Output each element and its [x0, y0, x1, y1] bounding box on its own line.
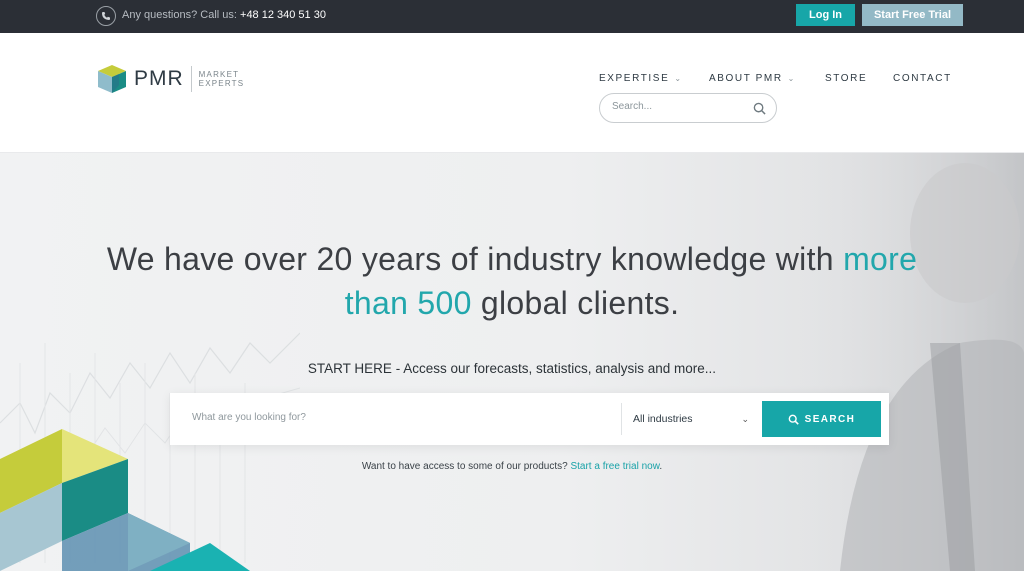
logo-text: PMR — [134, 67, 184, 90]
chevron-down-icon: ⌄ — [741, 413, 749, 424]
search-icon — [788, 414, 799, 425]
decorative-geometric-shapes — [0, 429, 250, 571]
search-button[interactable]: SEARCH — [762, 401, 881, 437]
contact-info: Any questions? Call us: +48 12 340 51 30 — [122, 9, 326, 21]
nav-store-label: STORE — [825, 73, 868, 84]
logo-tagline: MARKET EXPERTS — [199, 70, 245, 88]
logo[interactable]: PMR MARKET EXPERTS — [96, 63, 244, 95]
nav-about-label: ABOUT PMR — [709, 73, 783, 84]
site-header: PMR MARKET EXPERTS EXPERTISE ⌄ ABOUT PMR… — [0, 33, 1024, 153]
logo-tagline-line2: EXPERTS — [198, 79, 245, 88]
headline-accent-1: more — [843, 241, 918, 277]
nav-about-pmr[interactable]: ABOUT PMR ⌄ — [709, 73, 796, 84]
phone-icon — [96, 6, 116, 26]
hero-section: We have over 20 years of industry knowle… — [0, 153, 1024, 571]
logo-divider — [190, 66, 192, 92]
nav-expertise[interactable]: EXPERTISE ⌄ — [599, 73, 683, 84]
start-free-trial-button[interactable]: Start Free Trial — [862, 4, 963, 26]
search-button-label: SEARCH — [804, 413, 856, 425]
nav-contact-label: CONTACT — [893, 73, 952, 84]
search-divider — [621, 403, 622, 435]
header-search-input[interactable] — [612, 101, 752, 112]
start-free-trial-link[interactable]: Start a free trial now — [570, 461, 659, 472]
logo-tagline-line1: MARKET — [198, 70, 240, 79]
industry-select-value: All industries — [633, 413, 693, 425]
industry-select[interactable]: All industries ⌄ — [633, 410, 749, 428]
top-bar: Any questions? Call us: +48 12 340 51 30… — [0, 0, 1024, 33]
search-icon[interactable] — [753, 102, 766, 115]
header-search — [599, 93, 777, 123]
logo-mark-icon — [98, 65, 126, 93]
login-button[interactable]: Log In — [796, 4, 855, 26]
questions-label: Any questions? Call us: — [122, 9, 237, 21]
headline-text-2: global clients. — [471, 285, 680, 321]
chevron-down-icon: ⌄ — [674, 74, 683, 83]
headline-accent-2: than 500 — [344, 285, 472, 321]
phone-number[interactable]: +48 12 340 51 30 — [240, 9, 326, 21]
hero-headline: We have over 20 years of industry knowle… — [0, 237, 1024, 325]
main-search-input[interactable] — [192, 412, 592, 423]
headline-text-1: We have over 20 years of industry knowle… — [106, 241, 844, 277]
trial-prompt-text: Want to have access to some of our produ… — [361, 461, 568, 472]
nav-contact[interactable]: CONTACT — [893, 73, 952, 84]
nav-store[interactable]: STORE — [825, 73, 867, 84]
chevron-down-icon: ⌄ — [787, 74, 796, 83]
trial-prompt-suffix: . — [659, 461, 663, 472]
start-here-text: START HERE - Access our forecasts, stati… — [307, 361, 717, 376]
main-search-bar: All industries ⌄ SEARCH — [170, 393, 889, 445]
nav-expertise-label: EXPERTISE — [599, 73, 670, 84]
